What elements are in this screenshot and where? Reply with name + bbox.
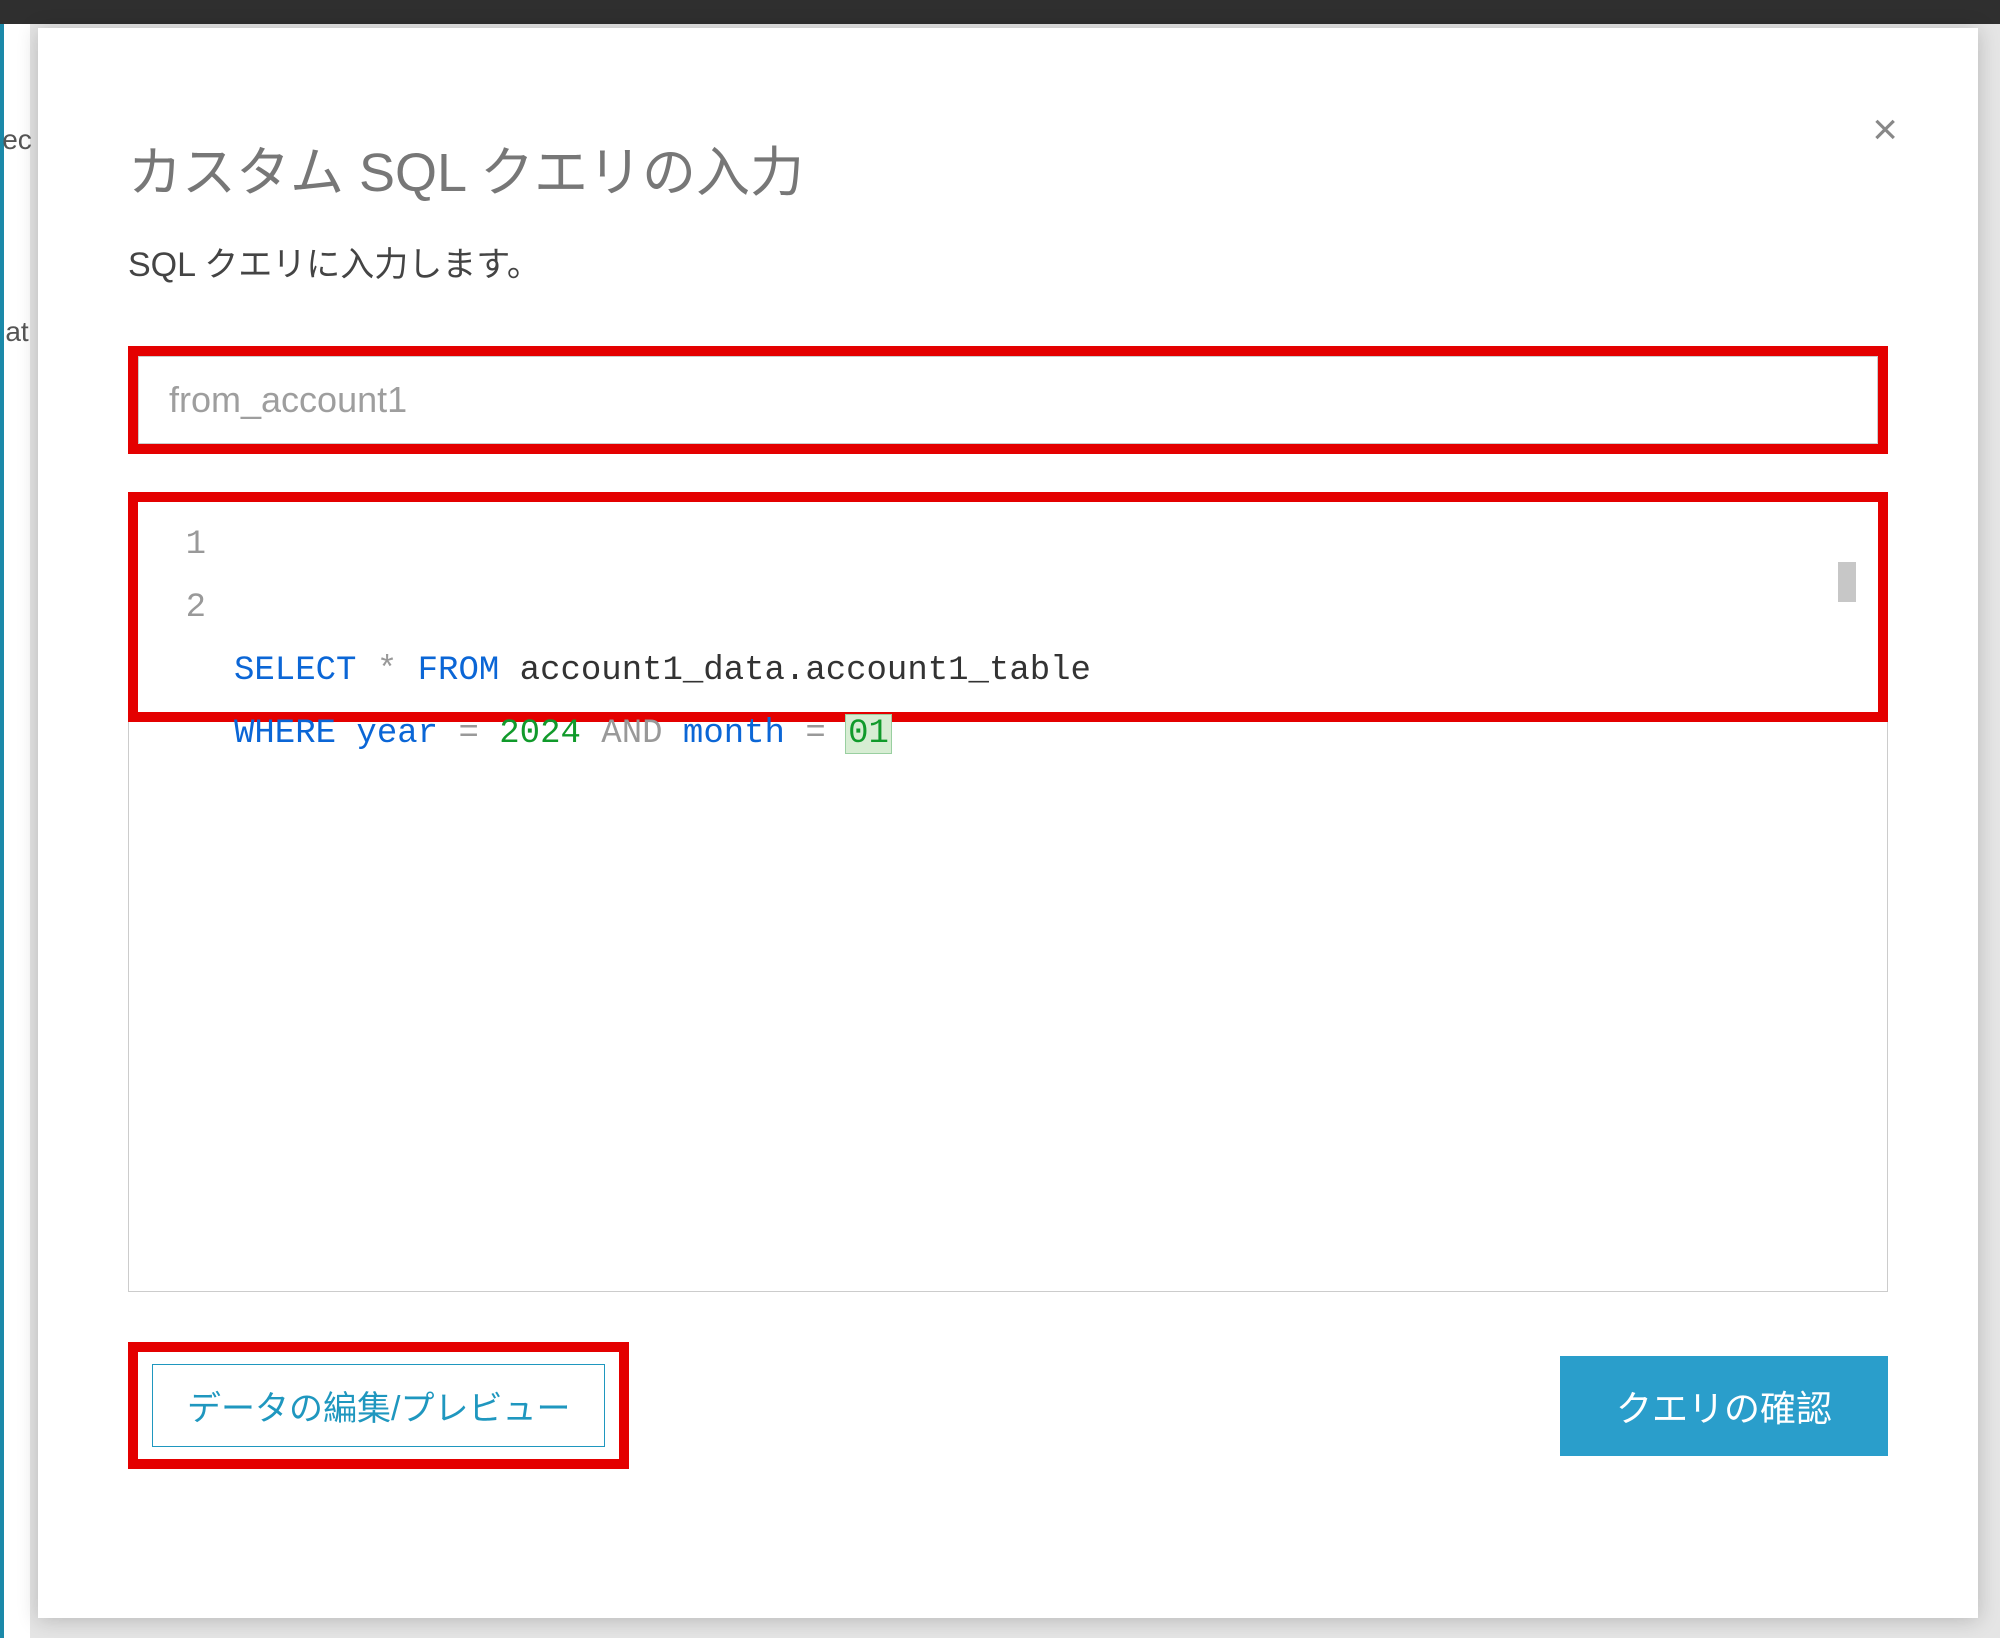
line-number: 2 [138,577,206,640]
background-sidebar: ec at [0,24,30,1638]
line-gutter: 12 [138,502,224,712]
code-token: = [458,715,499,753]
code-token: * [377,652,418,690]
close-icon[interactable]: × [1872,108,1898,152]
code-body[interactable]: SELECT * FROM account1_data.account1_tab… [224,502,1878,712]
code-token: 2024 [499,715,601,753]
bg-fragment: at [5,316,28,348]
sql-editor[interactable]: 12 SELECT * FROM account1_data.account1_… [138,502,1878,712]
sql-editor-highlight: 12 SELECT * FROM account1_data.account1_… [128,492,1888,722]
code-token: AND [601,715,683,753]
edit-preview-highlight: データの編集/プレビュー [128,1342,629,1469]
app-topbar [0,0,2000,24]
code-line[interactable]: WHERE year = 2024 AND month = 01 [234,703,1858,766]
code-token: 01 [846,715,891,753]
code-token: FROM [418,652,520,690]
code-token: SELECT [234,652,377,690]
confirm-query-button[interactable]: クエリの確認 [1560,1356,1888,1456]
code-token: account1_data.account1_table [520,652,1091,690]
bg-fragment: ec [2,124,32,156]
line-number: 1 [138,514,206,577]
modal-footer: データの編集/プレビュー クエリの確認 [128,1342,1888,1469]
code-token: = [805,715,846,753]
name-input-highlight [128,346,1888,454]
edit-preview-button[interactable]: データの編集/プレビュー [152,1364,605,1447]
custom-sql-modal: × カスタム SQL クエリの入力 SQL クエリに入力します。 12 SELE… [38,28,1978,1618]
modal-subtitle: SQL クエリに入力します。 [128,237,1888,286]
code-token: year [356,715,458,753]
query-name-input[interactable] [138,356,1878,444]
code-token: WHERE [234,715,356,753]
modal-title: カスタム SQL クエリの入力 [128,128,1888,207]
code-token: month [683,715,805,753]
scrollbar-thumb[interactable] [1838,562,1856,602]
code-line[interactable]: SELECT * FROM account1_data.account1_tab… [234,640,1858,703]
